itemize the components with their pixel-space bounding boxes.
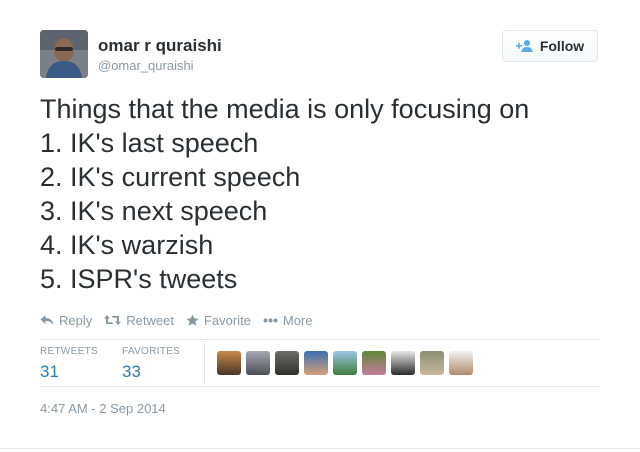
tweet-card: omar r quraishi @omar_quraishi Follow Th…	[0, 0, 640, 452]
tweet-line: 1. IK's last speech	[40, 128, 259, 158]
favorites-stat[interactable]: FAVORITES 33	[122, 346, 180, 382]
star-icon	[186, 314, 199, 326]
favoriter-avatar[interactable]	[275, 351, 299, 375]
retweet-icon	[104, 315, 122, 325]
stats-top-divider	[40, 339, 600, 340]
favorite-action[interactable]: Favorite	[186, 313, 251, 328]
retweets-label: RETWEETS	[40, 346, 98, 357]
stats-bottom-divider	[40, 386, 600, 387]
more-action[interactable]: More	[263, 313, 313, 328]
favoriter-avatar[interactable]	[333, 351, 357, 375]
retweet-label: Retweet	[126, 312, 174, 328]
card-bottom-border	[0, 448, 640, 449]
retweets-stat[interactable]: RETWEETS 31	[40, 346, 98, 382]
tweet-line: 4. IK's warzish	[40, 230, 214, 260]
author-handle[interactable]: @omar_quraishi	[98, 58, 194, 73]
favoriters-avatar-list	[217, 351, 478, 375]
favorite-label: Favorite	[203, 312, 251, 328]
reply-icon	[40, 315, 54, 325]
retweets-count: 31	[40, 362, 59, 381]
stats-separator	[204, 341, 205, 385]
tweet-line: 5. ISPR's tweets	[40, 264, 238, 294]
retweet-action[interactable]: Retweet	[104, 313, 174, 328]
tweet-text: Things that the media is only focusing o…	[40, 92, 620, 296]
favoriter-avatar[interactable]	[246, 351, 270, 375]
favoriter-avatar[interactable]	[304, 351, 328, 375]
follow-button[interactable]: Follow	[502, 30, 598, 62]
favoriter-avatar[interactable]	[420, 351, 444, 375]
reply-label: Reply	[59, 312, 93, 328]
more-dots-icon	[263, 318, 278, 322]
favorites-count: 33	[122, 362, 141, 381]
author-avatar[interactable]	[40, 30, 88, 78]
tweet-line: 3. IK's next speech	[40, 196, 268, 226]
tweet-line: Things that the media is only focusing o…	[40, 94, 530, 124]
follow-button-label: Follow	[539, 38, 585, 54]
follow-person-plus-icon	[515, 39, 534, 53]
favoriter-avatar[interactable]	[449, 351, 473, 375]
favoriter-avatar[interactable]	[217, 351, 241, 375]
tweet-line: 2. IK's current speech	[40, 162, 301, 192]
tweet-actions: Reply Retweet Favorite More	[40, 311, 325, 329]
reply-action[interactable]: Reply	[40, 313, 92, 328]
favoriter-avatar[interactable]	[391, 351, 415, 375]
more-label: More	[282, 312, 313, 328]
tweet-timestamp[interactable]: 4:47 AM - 2 Sep 2014	[40, 401, 166, 416]
favoriter-avatar[interactable]	[362, 351, 386, 375]
favorites-label: FAVORITES	[122, 346, 181, 357]
author-name[interactable]: omar r quraishi	[98, 36, 222, 56]
